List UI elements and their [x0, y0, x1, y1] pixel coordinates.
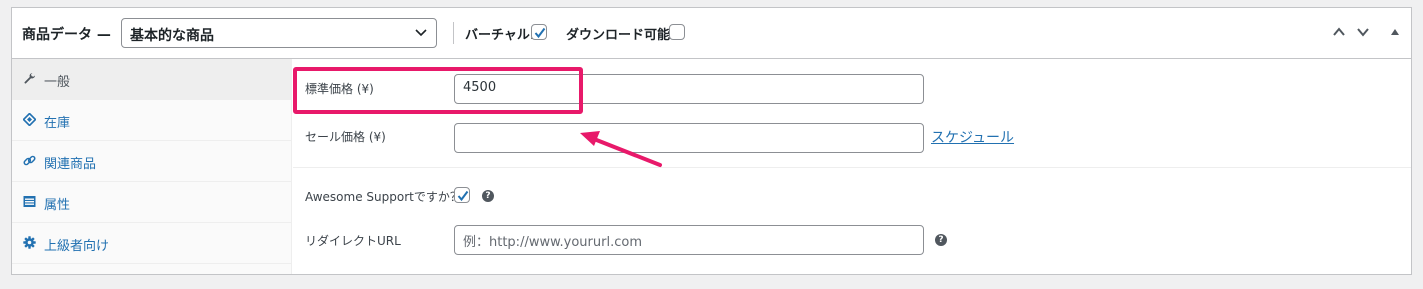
move-up-icon[interactable] [1332, 25, 1346, 39]
tab-advanced[interactable]: 上級者向け [12, 223, 292, 264]
panel-title: 商品データ — [22, 27, 111, 43]
virtual-label: バーチャル: [465, 28, 536, 43]
highlight-box [293, 67, 583, 114]
sale-price-input[interactable] [454, 123, 924, 153]
tab-attributes[interactable]: 属性 [12, 182, 292, 223]
awesome-support-checkbox[interactable] [454, 187, 470, 203]
tag-icon [23, 113, 36, 126]
product-tabs-sidebar: 一般 在庫 関連商品 属性 上級者向け [12, 59, 292, 274]
downloadable-checkbox[interactable] [669, 24, 685, 40]
product-type-value: 基本的な商品 [130, 28, 214, 44]
redirect-url-label: リダイレクトURL [305, 234, 401, 248]
virtual-checkbox[interactable] [531, 24, 547, 40]
tab-advanced-label: 上級者向け [44, 239, 110, 254]
product-data-header: 商品データ — 基本的な商品 バーチャル: ダウンロード可能: [12, 8, 1411, 59]
schedule-link[interactable]: スケジュール [931, 127, 1014, 147]
checkmark-icon [457, 190, 469, 202]
tab-inventory-label: 在庫 [44, 116, 71, 131]
section-divider [293, 167, 1411, 168]
tab-linked-products[interactable]: 関連商品 [12, 141, 292, 182]
gear-icon [23, 236, 36, 249]
help-icon[interactable]: ? [482, 190, 494, 202]
tab-inventory[interactable]: 在庫 [12, 100, 292, 141]
tab-linked-products-label: 関連商品 [44, 157, 97, 172]
list-icon [23, 196, 36, 207]
header-separator [453, 22, 454, 44]
tab-general[interactable]: 一般 [12, 59, 292, 100]
link-icon [23, 155, 36, 166]
collapse-toggle-icon[interactable] [1388, 25, 1402, 39]
help-icon[interactable]: ? [935, 234, 947, 246]
downloadable-label: ダウンロード可能: [566, 28, 676, 43]
redirect-url-input[interactable]: 例：http://www.yoururl.com [454, 225, 924, 255]
chevron-down-icon [415, 29, 427, 37]
wrench-icon [24, 73, 35, 84]
redirect-url-placeholder: 例：http://www.yoururl.com [463, 235, 642, 250]
product-type-select[interactable]: 基本的な商品 [121, 18, 437, 48]
tab-general-label: 一般 [44, 75, 71, 90]
awesome-support-label: Awesome Supportですか？ [305, 190, 462, 204]
checkmark-icon [534, 27, 546, 39]
move-down-icon[interactable] [1356, 25, 1370, 39]
tab-attributes-label: 属性 [44, 198, 71, 213]
sale-price-label: セール価格 (¥) [305, 130, 386, 144]
